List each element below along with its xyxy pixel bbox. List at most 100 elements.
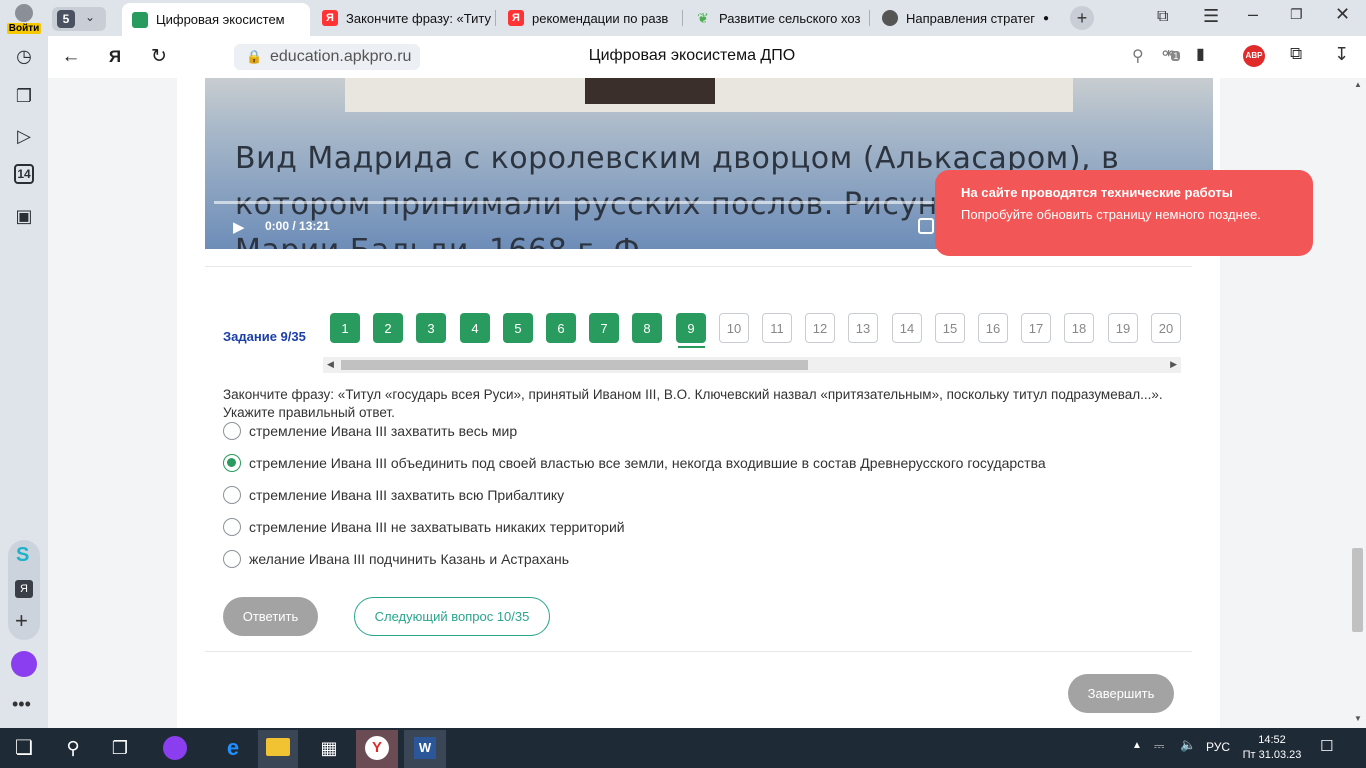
radio-button[interactable] [223, 550, 241, 568]
answer-button[interactable]: Ответить [223, 597, 318, 636]
question-number-button[interactable]: 1 [330, 313, 360, 343]
word-taskbar-item[interactable]: W [404, 730, 446, 768]
tray-chevron-up-icon[interactable]: ▲ [1132, 740, 1142, 751]
video-progress-bar[interactable] [214, 201, 934, 204]
tab-title: Направления стратег [906, 10, 1036, 26]
scroll-right-icon[interactable]: ▶ [1170, 359, 1177, 370]
question-number-button[interactable]: 4 [460, 313, 490, 343]
yandex-home-icon[interactable]: Я [102, 44, 128, 70]
tab-counter-button[interactable]: 5 ⌄ [52, 7, 106, 31]
yandex-favicon-icon: Я [508, 10, 524, 26]
search-icon[interactable]: ⚲ [1132, 46, 1144, 66]
scroll-left-icon[interactable]: ◀ [327, 359, 334, 370]
question-number-button[interactable]: 12 [805, 313, 835, 343]
question-text: Закончите фразу: «Титул «государь всея Р… [223, 387, 1163, 420]
question-number-button[interactable]: 10 [719, 313, 749, 343]
answer-option-2[interactable]: стремление Ивана III объединить под свое… [223, 453, 1046, 473]
scroll-thumb[interactable] [341, 360, 808, 370]
question-number-button[interactable]: 11 [762, 313, 792, 343]
question-number-button[interactable]: 14 [892, 313, 922, 343]
play-icon[interactable]: ▶ [233, 218, 249, 236]
login-button[interactable]: Войти [4, 4, 44, 34]
more-dots-icon[interactable]: ••• [12, 694, 31, 715]
alice-icon[interactable] [11, 651, 37, 677]
power-icon[interactable]: ⎓ [1154, 738, 1164, 754]
back-arrow-icon[interactable]: ← [58, 44, 84, 70]
question-number-button[interactable]: 7 [589, 313, 619, 343]
taskbar-alice-icon[interactable] [163, 736, 187, 760]
page-scroll-thumb[interactable] [1352, 548, 1363, 632]
app-s-icon[interactable]: S [16, 544, 29, 567]
download-arrow-icon[interactable]: ↧ [1334, 44, 1349, 65]
collections-icon[interactable]: ❐ [12, 84, 36, 108]
explorer-taskbar-item[interactable] [258, 730, 298, 768]
radio-button[interactable] [223, 422, 241, 440]
video-play-icon[interactable]: ▷ [12, 124, 36, 148]
question-number-button[interactable]: 5 [503, 313, 533, 343]
store-icon[interactable]: ▦ [316, 736, 342, 760]
edge-icon[interactable]: e [220, 736, 246, 760]
answer-option-1[interactable]: стремление Ивана III захватить весь мир [223, 421, 517, 441]
question-number-button[interactable]: 20 [1151, 313, 1181, 343]
radio-button[interactable] [223, 486, 241, 504]
extensions-icon[interactable]: ⧉ [1290, 44, 1302, 64]
clock-time: 14:52 [1258, 734, 1286, 746]
finish-button[interactable]: Завершить [1068, 674, 1174, 713]
question-number-button[interactable]: 15 [935, 313, 965, 343]
adblock-icon[interactable]: ABP [1243, 45, 1265, 67]
question-number-button[interactable]: 3 [416, 313, 446, 343]
tab-2[interactable]: Я Закончите фразу: «Титу [312, 0, 492, 36]
tab-title: Закончите фразу: «Титу [346, 10, 492, 26]
scroll-up-icon[interactable]: ▲ [1354, 80, 1362, 89]
notifications-icon[interactable]: ☐ [1320, 737, 1333, 755]
yandex-app-icon[interactable]: Я [15, 580, 33, 598]
question-number-button[interactable]: 9 [676, 313, 706, 343]
answer-option-3[interactable]: стремление Ивана III захватить всю Приба… [223, 485, 564, 505]
answer-option-5[interactable]: желание Ивана III подчинить Казань и Аст… [223, 549, 569, 569]
question-nav-scrollbar[interactable]: ◀ ▶ [323, 357, 1181, 373]
volume-icon[interactable]: 🔈 [1180, 737, 1196, 753]
question-number-button[interactable]: 13 [848, 313, 878, 343]
taskbar-search-icon[interactable]: ⚲ [60, 736, 86, 760]
bookmark-icon[interactable]: ▮ [1196, 44, 1205, 64]
scroll-down-icon[interactable]: ▼ [1354, 714, 1362, 723]
task-view-icon[interactable]: ❐ [107, 736, 133, 760]
radio-button[interactable] [223, 518, 241, 536]
menu-hamburger-icon[interactable]: ☰ [1203, 6, 1219, 27]
screenshot-camera-icon[interactable]: ▣ [12, 204, 36, 228]
add-app-plus-icon[interactable]: + [15, 608, 28, 634]
url-field[interactable]: 🔒 education.apkpro.ru [234, 44, 420, 70]
minimize-icon[interactable]: – [1248, 4, 1258, 25]
new-tab-plus-icon[interactable]: + [1070, 6, 1094, 30]
tab-4[interactable]: ❦ Развитие сельского хоз [685, 0, 865, 36]
tab-manager-icon[interactable]: ⧉ [1157, 8, 1168, 26]
question-number-button[interactable]: 19 [1108, 313, 1138, 343]
answer-option-4[interactable]: стремление Ивана III не захватывать ника… [223, 517, 625, 537]
input-language[interactable]: РУС [1206, 740, 1230, 754]
radio-button-selected[interactable] [223, 454, 241, 472]
close-window-icon[interactable]: ✕ [1335, 4, 1350, 25]
windows-start-icon[interactable]: ❏ [11, 736, 37, 760]
question-number-button[interactable]: 2 [373, 313, 403, 343]
page-scrollbar[interactable]: ▲ ▼ [1350, 78, 1366, 728]
tab-5[interactable]: Направления стратег ● [872, 0, 1052, 36]
picture-in-picture-icon[interactable] [918, 218, 934, 234]
calendar-icon[interactable]: 14 [14, 164, 34, 184]
tab-active[interactable]: Цифровая экосистем [122, 3, 310, 36]
restore-window-icon[interactable]: ❐ [1290, 6, 1303, 23]
next-question-button[interactable]: Следующий вопрос 10/35 [354, 597, 550, 636]
question-number-button[interactable]: 18 [1064, 313, 1094, 343]
question-number-button[interactable]: 6 [546, 313, 576, 343]
login-label: Войти [6, 23, 42, 34]
yandex-browser-icon: Y [365, 736, 389, 760]
question-number-button[interactable]: 16 [978, 313, 1008, 343]
question-number-button[interactable]: 17 [1021, 313, 1051, 343]
reload-icon[interactable]: ↻ [146, 44, 172, 70]
yandex-browser-taskbar-item[interactable]: Y [356, 730, 398, 768]
tab-title: Развитие сельского хоз [719, 10, 861, 26]
history-clock-icon[interactable]: ◷ [12, 44, 36, 68]
clock[interactable]: 14:52 Пт 31.03.23 [1242, 733, 1302, 763]
question-number-button[interactable]: 8 [632, 313, 662, 343]
protect-icon[interactable]: ⚮1 [1162, 44, 1181, 64]
tab-3[interactable]: Я рекомендации по разв [498, 0, 678, 36]
